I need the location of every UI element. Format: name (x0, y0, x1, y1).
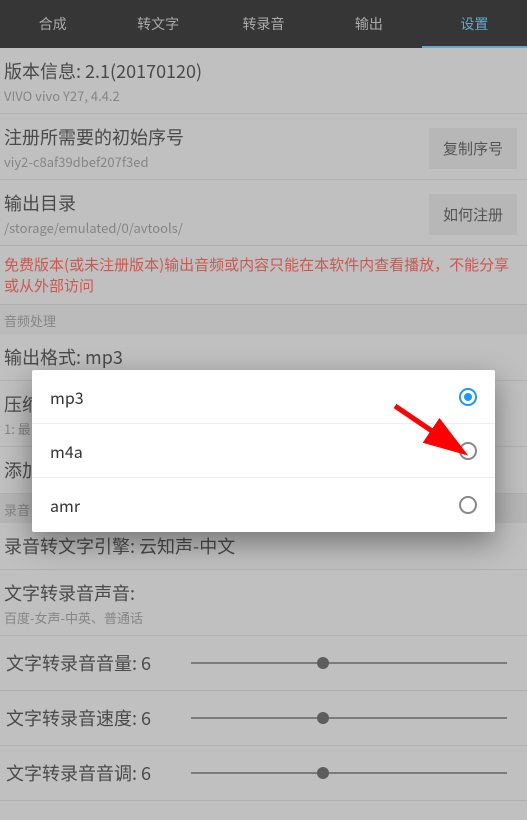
radio-icon (459, 388, 477, 406)
format-option-mp3[interactable]: mp3 (32, 370, 495, 424)
option-label: m4a (50, 439, 83, 463)
format-picker-dialog: mp3 m4a amr (32, 370, 495, 532)
option-label: amr (50, 493, 80, 517)
format-option-m4a[interactable]: m4a (32, 424, 495, 478)
radio-icon (459, 442, 477, 460)
format-option-amr[interactable]: amr (32, 478, 495, 532)
option-label: mp3 (50, 385, 84, 409)
radio-icon (459, 496, 477, 514)
